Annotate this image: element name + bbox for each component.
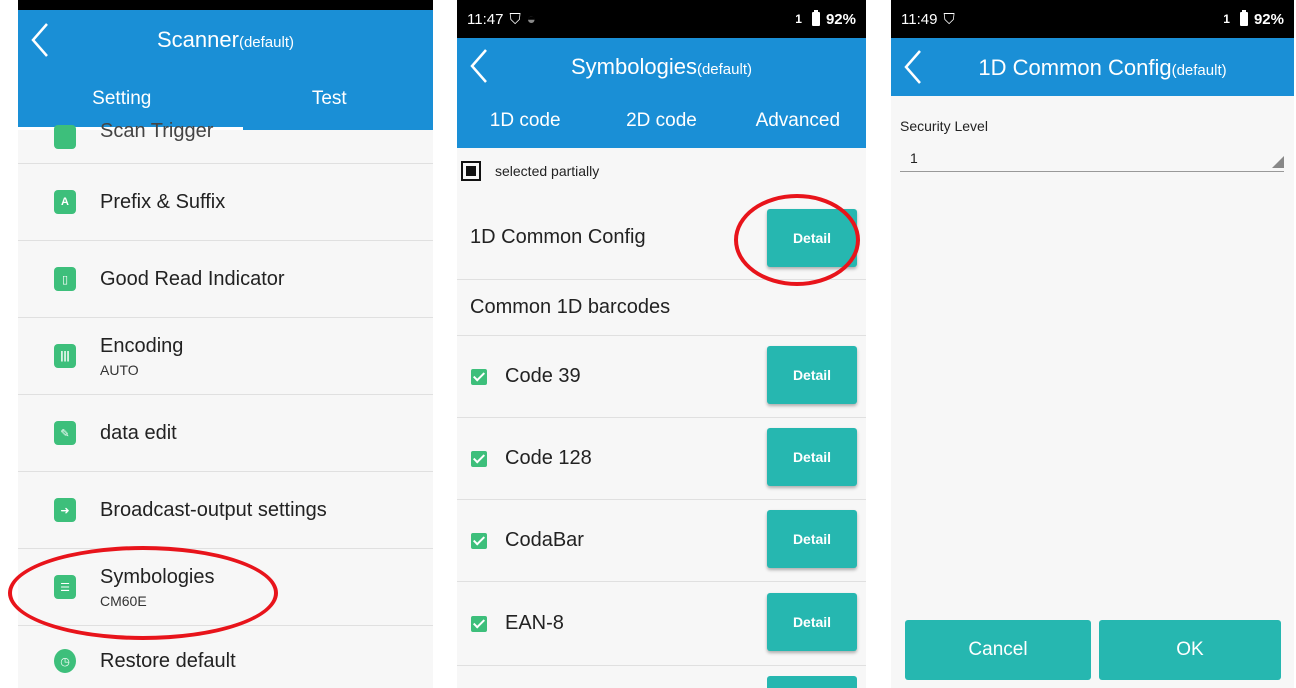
good-read-icon: ▯ [54, 267, 76, 291]
shield-icon: ⛉ [509, 10, 521, 28]
page-title: Symbologies(default) [571, 54, 752, 79]
tab-2d-code[interactable]: 2D code [593, 94, 729, 148]
battery-icon [811, 10, 820, 26]
checkbox-checked[interactable] [471, 532, 487, 549]
list-item-encoding[interactable]: ||| Encoding AUTO [18, 318, 433, 395]
code128-detail-button[interactable]: Detail [767, 428, 857, 486]
app-bar: Scanner(default) [18, 10, 433, 68]
broadcast-icon: ➜ [54, 498, 76, 522]
battery-icon [1239, 10, 1248, 26]
symbologies-screen: 11:47 ⛉ ◒ 1 92% Symbologies(default) 1D … [457, 0, 866, 688]
scanner-settings-screen: Scanner(default) Setting Test Scan Trigg… [18, 0, 433, 688]
clock-icon: ◷ [54, 649, 76, 673]
status-bar [18, 0, 433, 10]
tab-bar: 1D code 2D code Advanced [457, 94, 866, 148]
ean8-detail-button[interactable]: Detail [767, 593, 857, 651]
status-bar: 11:47 ⛉ ◒ 1 92% [457, 0, 866, 38]
list-item-broadcast-output[interactable]: ➜ Broadcast-output settings [18, 472, 433, 549]
tab-advanced[interactable]: Advanced [730, 94, 866, 148]
barcode-icon: ||| [54, 344, 76, 368]
select-all-row[interactable]: selected partially [457, 148, 866, 194]
status-bar: 11:49 ⛉ 1 92% [891, 0, 1294, 38]
dropdown-triangle-icon [1272, 156, 1284, 168]
list-item-scan-trigger[interactable]: Scan Trigger [18, 120, 433, 164]
tab-test[interactable]: Test [226, 68, 434, 130]
list-item-symbologies[interactable]: ☰ Symbologies CM60E [18, 549, 433, 626]
list-item-prefix-suffix[interactable]: A Prefix & Suffix [18, 164, 433, 241]
tab-1d-code[interactable]: 1D code [457, 94, 593, 148]
edit-icon: ✎ [54, 421, 76, 445]
list-item-good-read-indicator[interactable]: ▯ Good Read Indicator [18, 241, 433, 318]
checkbox-checked[interactable] [471, 368, 487, 385]
status-time: 11:49 [901, 10, 938, 28]
security-level-select[interactable]: 1 [900, 140, 1284, 172]
cancel-button[interactable]: Cancel [905, 620, 1091, 680]
next-detail-button-partial[interactable] [767, 676, 857, 688]
checkbox-checked[interactable] [471, 450, 487, 467]
battery-level: 92% [1253, 10, 1284, 28]
sliders-icon: ☰ [54, 575, 76, 599]
page-title: Scanner(default) [157, 27, 294, 52]
section-header: Common 1D barcodes [457, 280, 866, 336]
battery-level: 92% [825, 10, 856, 28]
checkbox-checked[interactable] [471, 615, 487, 632]
shield-icon: ⛉ [943, 10, 955, 28]
list-item-data-edit[interactable]: ✎ data edit [18, 395, 433, 472]
code39-detail-button[interactable]: Detail [767, 346, 857, 404]
page-title: 1D Common Config(default) [978, 55, 1227, 80]
prefix-suffix-icon: A [54, 190, 76, 214]
sim-indicator: 1 [1223, 12, 1230, 26]
security-level-label: Security Level [900, 118, 988, 134]
tristate-checkbox[interactable] [461, 161, 481, 181]
trigger-icon [54, 124, 76, 149]
status-time: 11:47 [467, 10, 504, 28]
wifi-icon: ◒ [526, 10, 536, 28]
tab-bar: Setting Test [18, 68, 433, 130]
common-config-detail-button[interactable]: Detail [767, 209, 857, 267]
common-config-screen: 11:49 ⛉ 1 92% 1D Common Config(default) … [891, 0, 1294, 688]
list-item-restore-default[interactable]: ◷ Restore default [18, 626, 433, 688]
codabar-detail-button[interactable]: Detail [767, 510, 857, 568]
app-bar: Symbologies(default) [457, 38, 866, 94]
ok-button[interactable]: OK [1099, 620, 1281, 680]
app-bar: 1D Common Config(default) [891, 38, 1294, 96]
sim-indicator: 1 [795, 12, 802, 26]
